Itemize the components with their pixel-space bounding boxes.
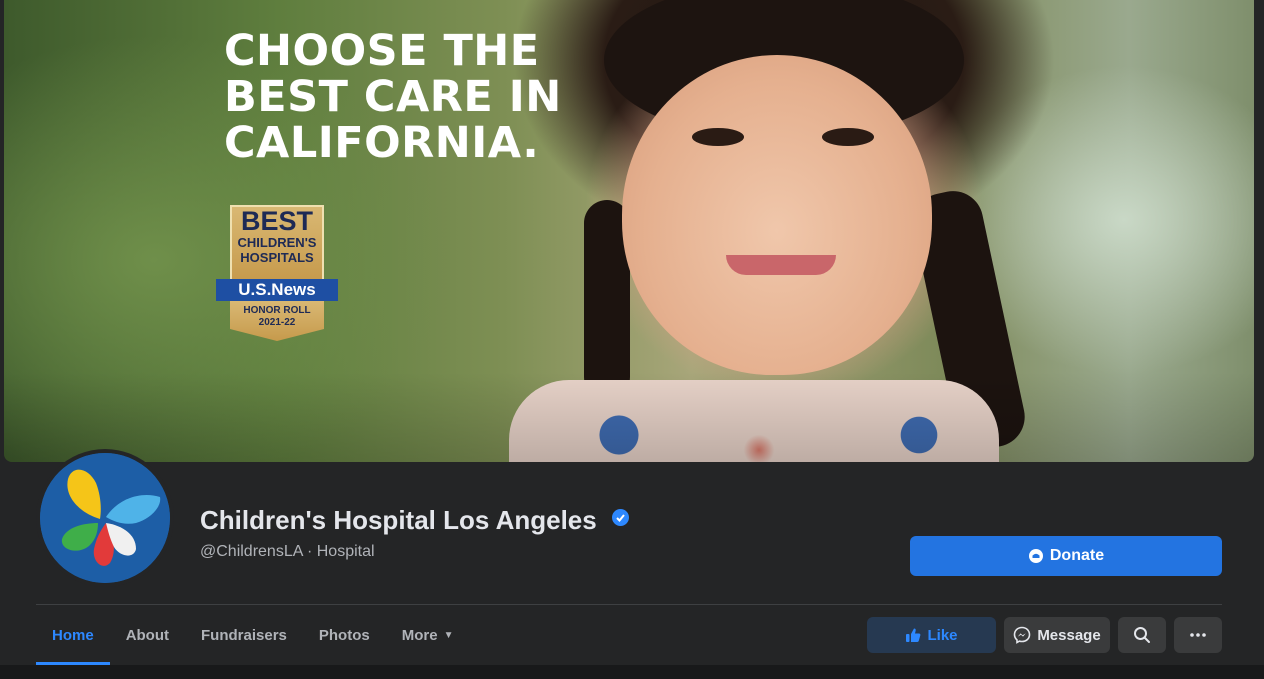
cover-headline: CHOOSE THE BEST CARE IN CALIFORNIA. (224, 28, 604, 166)
verified-badge-icon (611, 509, 629, 526)
page-tabs: Home About Fundraisers Photos More ▼ (36, 605, 469, 665)
badge-years: 2021-22 (258, 317, 296, 328)
tab-about[interactable]: About (110, 605, 185, 665)
badge-top: BEST CHILDREN'S HOSPITALS (230, 205, 324, 283)
badge-best: BEST (240, 206, 313, 236)
page-title: Children's Hospital Los Angeles (200, 505, 629, 536)
tab-fundraisers[interactable]: Fundraisers (185, 605, 303, 665)
message-label: Message (1037, 626, 1101, 644)
messenger-icon (1013, 626, 1031, 644)
badge-line1: CHILDREN'S (237, 235, 317, 250)
caret-down-icon: ▼ (443, 629, 454, 641)
more-dots-icon (1190, 633, 1206, 637)
cover-headline-line: BEST CARE IN (224, 72, 562, 122)
badge-line2: HOSPITALS (240, 250, 314, 265)
cover-eye-left (692, 128, 744, 146)
page-handle-category: @ChildrensLA · Hospital (200, 543, 375, 560)
like-label: Like (927, 626, 958, 644)
more-options-button[interactable] (1174, 617, 1222, 653)
tab-more[interactable]: More ▼ (386, 605, 470, 665)
page-title-text: Children's Hospital Los Angeles (200, 505, 597, 535)
badge-honor: HONOR ROLL (243, 305, 311, 316)
search-button[interactable] (1118, 617, 1166, 653)
tab-label: Photos (318, 626, 370, 644)
cover-shadow (4, 372, 1254, 462)
search-icon (1133, 626, 1151, 644)
tab-home[interactable]: Home (36, 605, 110, 665)
tab-label: About (125, 626, 170, 644)
cover-mouth (726, 255, 836, 275)
badge-brand: U.S.News (216, 279, 338, 301)
cover-eye-right (822, 128, 874, 146)
message-button[interactable]: Message (1004, 617, 1110, 653)
tab-label: Home (52, 626, 94, 644)
tab-photos[interactable]: Photos (303, 605, 386, 665)
donate-label: Donate (1049, 547, 1105, 564)
thumbs-up-icon (905, 627, 921, 643)
cover-photo[interactable]: CHOOSE THE BEST CARE IN CALIFORNIA. BEST… (4, 0, 1254, 462)
badge-bottom: HONOR ROLL 2021-22 (230, 301, 324, 341)
cover-headline-line: CALIFORNIA. (224, 118, 540, 168)
donate-button[interactable]: Donate (910, 536, 1222, 576)
tab-label: Fundraisers (201, 626, 287, 644)
cover-face (622, 55, 932, 375)
tab-label: More (401, 626, 438, 644)
usnews-badge: BEST CHILDREN'S HOSPITALS U.S.News HONOR… (216, 205, 338, 341)
feed-background (0, 665, 1264, 679)
like-button[interactable]: Like (867, 617, 996, 653)
donate-icon (1028, 548, 1044, 564)
cover-headline-line: CHOOSE THE (224, 26, 540, 76)
avatar[interactable] (40, 453, 170, 583)
butterfly-logo-icon (40, 453, 170, 583)
